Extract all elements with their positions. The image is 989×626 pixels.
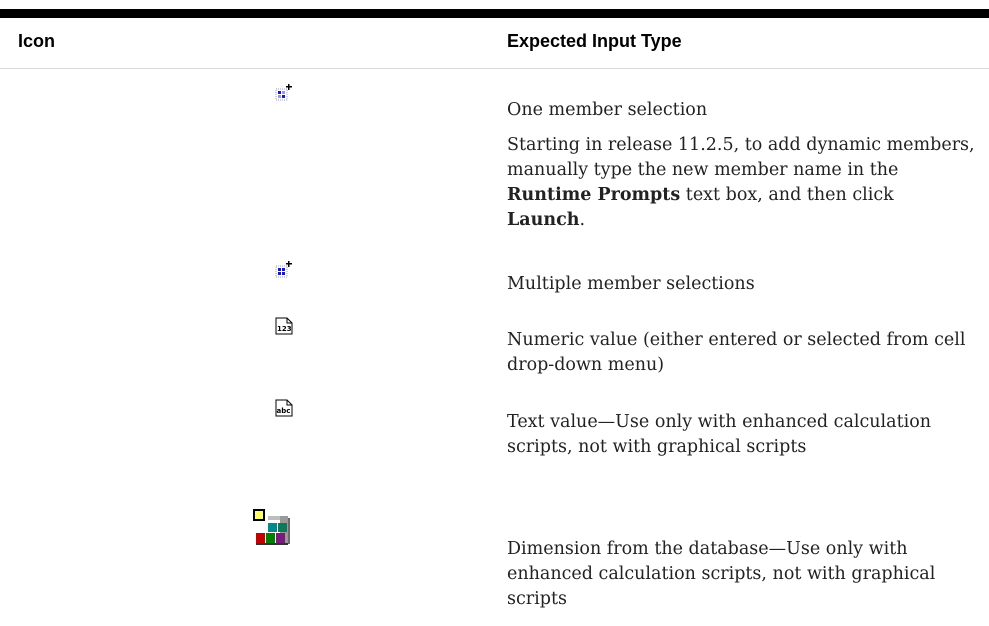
row-text-value-text: Text value—Use only with enhanced calcul… — [507, 412, 932, 457]
runtime-prompts-label: Runtime Prompts — [507, 185, 681, 205]
dimension-icon — [253, 509, 290, 545]
row-multiple-member-text: Multiple member selections — [507, 274, 755, 294]
row-numeric-value-text: Numeric value (either entered or selecte… — [507, 330, 966, 375]
header-expected-input-type: Expected Input Type — [507, 31, 682, 51]
header-icon: Icon — [18, 31, 56, 51]
row-one-member-note: Starting in release 11.2.5, to add dynam… — [507, 133, 977, 233]
multiple-member-selection-icon — [275, 261, 292, 278]
table-header: Icon Expected Input Type — [0, 18, 989, 69]
svg-text:abc: abc — [277, 407, 291, 415]
note-text-end: . — [579, 210, 586, 230]
top-rule — [0, 9, 989, 18]
one-member-selection-icon — [275, 84, 292, 101]
numeric-value-icon: 123 — [275, 317, 293, 335]
row-dimension-text: Dimension from the database—Use only wit… — [507, 539, 936, 609]
launch-label: Launch — [507, 210, 580, 230]
text-value-icon: abc — [275, 399, 293, 417]
note-text-mid: text box, and then click — [680, 185, 894, 205]
row-one-member-text: One member selection — [507, 100, 708, 120]
note-text-start: Starting in release 11.2.5, to add dynam… — [507, 135, 975, 180]
svg-text:123: 123 — [277, 325, 292, 333]
